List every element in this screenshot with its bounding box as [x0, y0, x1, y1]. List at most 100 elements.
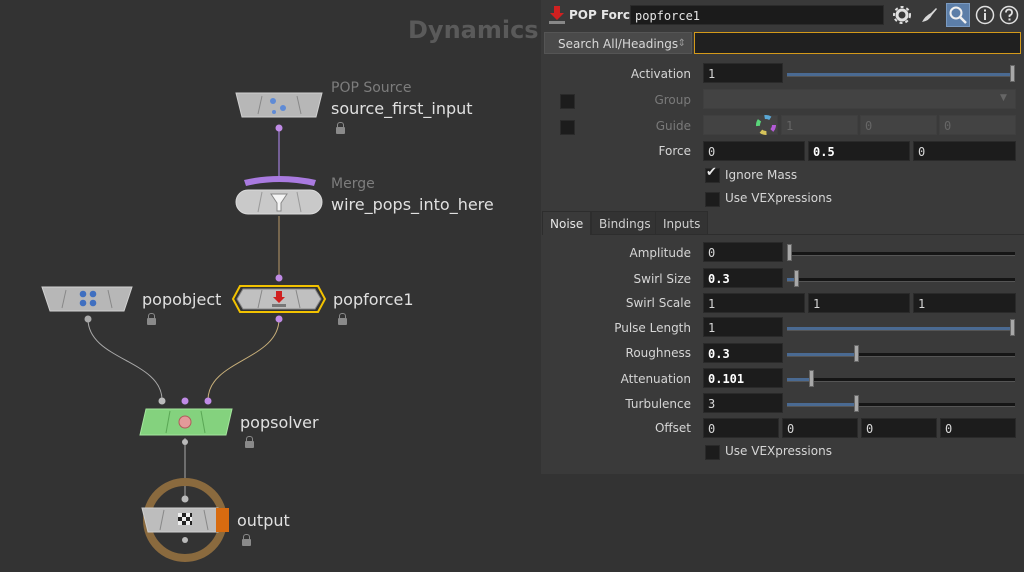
tab-noise[interactable]: Noise: [542, 211, 592, 235]
wire-object-solver: [87, 318, 163, 401]
slider-handle[interactable]: [794, 270, 799, 287]
ignore-mass-label: Ignore Mass: [725, 168, 798, 182]
network-editor[interactable]: Dynamics POP Source source_first_input M…: [0, 0, 540, 572]
wire-force-solver: [207, 318, 280, 401]
brush-icon[interactable]: [919, 5, 939, 25]
offset-y-field[interactable]: 0: [782, 418, 858, 438]
lock-icon: [338, 313, 347, 325]
source-node-type: POP Source: [331, 80, 412, 96]
amplitude-slider[interactable]: [787, 244, 1015, 261]
force-x-field[interactable]: 0: [703, 141, 805, 161]
checkmark-icon: ✔: [706, 165, 717, 180]
slider-handle[interactable]: [854, 395, 859, 412]
pulse-length-label: Pulse Length: [614, 321, 691, 335]
use-vex-checkbox[interactable]: [705, 192, 720, 207]
search-row: Search All/Headings ⇕: [541, 30, 1024, 56]
output-node-name: output: [237, 511, 290, 530]
pulse-length-slider[interactable]: [787, 319, 1015, 336]
node-name-field[interactable]: popforce1: [630, 5, 884, 25]
swirl-scale-z-field[interactable]: 1: [913, 293, 1016, 313]
color-wheel-icon[interactable]: [756, 115, 776, 135]
attenuation-field[interactable]: 0.101: [703, 368, 783, 388]
attenuation-slider[interactable]: [787, 370, 1015, 387]
popobject-node-name: popobject: [142, 290, 222, 309]
help-icon[interactable]: [999, 5, 1019, 25]
swirl-size-field[interactable]: 0.3: [703, 268, 783, 288]
search-scope-dropdown[interactable]: Search All/Headings ⇕: [544, 32, 692, 54]
info-icon[interactable]: [975, 5, 995, 25]
roughness-label: Roughness: [625, 346, 691, 360]
merge-node-type: Merge: [331, 176, 375, 192]
swirl-scale-x-field[interactable]: 1: [703, 293, 805, 313]
turbulence-label: Turbulence: [625, 397, 691, 411]
force-z-field[interactable]: 0: [913, 141, 1016, 161]
amplitude-label: Amplitude: [629, 246, 692, 260]
lock-icon: [147, 313, 156, 325]
particles-icon: [79, 290, 87, 298]
swirl-scale-y-field[interactable]: 1: [808, 293, 910, 313]
guide-b-field[interactable]: 0: [939, 115, 1016, 135]
gear-icon[interactable]: [892, 5, 912, 25]
roughness-field[interactable]: 0.3: [703, 343, 783, 363]
slider-handle[interactable]: [787, 244, 792, 261]
amplitude-field[interactable]: 0: [703, 242, 783, 262]
offset-label: Offset: [654, 421, 691, 435]
slider-handle[interactable]: [854, 345, 859, 362]
group-label: Group: [654, 93, 691, 107]
source-node-name: source_first_input: [331, 99, 473, 118]
ignore-mass-checkbox[interactable]: ✔: [705, 165, 720, 183]
offset-x-field[interactable]: 0: [703, 418, 779, 438]
source-icon: [270, 98, 276, 104]
slider-handle[interactable]: [809, 370, 814, 387]
swirl-size-label: Swirl Size: [633, 272, 691, 286]
checkered-flag-icon: [178, 513, 192, 525]
node-popobject[interactable]: [41, 286, 133, 323]
turbulence-field[interactable]: 3: [703, 393, 783, 413]
guide-r-field[interactable]: 1: [781, 115, 858, 135]
lock-icon: [245, 436, 254, 448]
offset-w-field[interactable]: 0: [940, 418, 1016, 438]
noise-use-vex-label: Use VEXpressions: [725, 444, 832, 458]
force-label: Force: [658, 144, 691, 158]
spinner-arrows-icon: ⇕: [677, 38, 686, 49]
popforce-node-name: popforce1: [333, 290, 414, 309]
network-graph: [41, 92, 327, 562]
inspect-button[interactable]: [946, 3, 970, 27]
solver-icon: [178, 415, 192, 429]
tab-bindings[interactable]: Bindings: [591, 211, 659, 235]
swirl-size-slider[interactable]: [787, 270, 1015, 287]
slider-handle[interactable]: [1010, 65, 1015, 82]
offset-z-field[interactable]: 0: [861, 418, 937, 438]
guide-label: Guide: [655, 119, 691, 133]
node-type-label: POP Force: [569, 8, 639, 22]
tab-inputs[interactable]: Inputs: [655, 211, 709, 235]
slider-handle[interactable]: [1010, 319, 1015, 336]
search-input[interactable]: [694, 32, 1021, 54]
search-scope-label: Search All/Headings: [558, 37, 679, 51]
dropdown-arrow-icon[interactable]: ▼: [1000, 93, 1007, 103]
node-popsolver[interactable]: [139, 397, 233, 446]
activation-label: Activation: [630, 67, 691, 81]
force-y-field[interactable]: 0.5: [808, 141, 910, 161]
tab-divider: [705, 234, 1024, 235]
roughness-slider[interactable]: [787, 345, 1015, 362]
parameters: Activation 1 Group ▼ Guide 1 0 0 Force 0…: [541, 56, 1024, 474]
lock-icon: [336, 122, 345, 134]
lock-icon: [242, 534, 251, 546]
popsolver-node-name: popsolver: [240, 413, 319, 432]
noise-use-vex-checkbox[interactable]: [705, 445, 720, 460]
magnifier-icon: [949, 6, 967, 24]
activation-slider[interactable]: [787, 65, 1015, 82]
activation-field[interactable]: 1: [703, 63, 783, 83]
turbulence-slider[interactable]: [787, 395, 1015, 412]
node-popforce[interactable]: [231, 274, 327, 323]
pulse-length-field[interactable]: 1: [703, 317, 783, 337]
merge-node-name: wire_pops_into_here: [331, 195, 494, 214]
group-field[interactable]: [703, 89, 1016, 109]
node-source[interactable]: [235, 92, 323, 132]
parameter-panel: POP Force popforce1 Search All/Headings …: [541, 0, 1024, 474]
use-vex-label: Use VEXpressions: [725, 191, 832, 205]
attenuation-label: Attenuation: [620, 372, 691, 386]
guide-g-field[interactable]: 0: [860, 115, 937, 135]
node-merge[interactable]: [235, 176, 323, 215]
